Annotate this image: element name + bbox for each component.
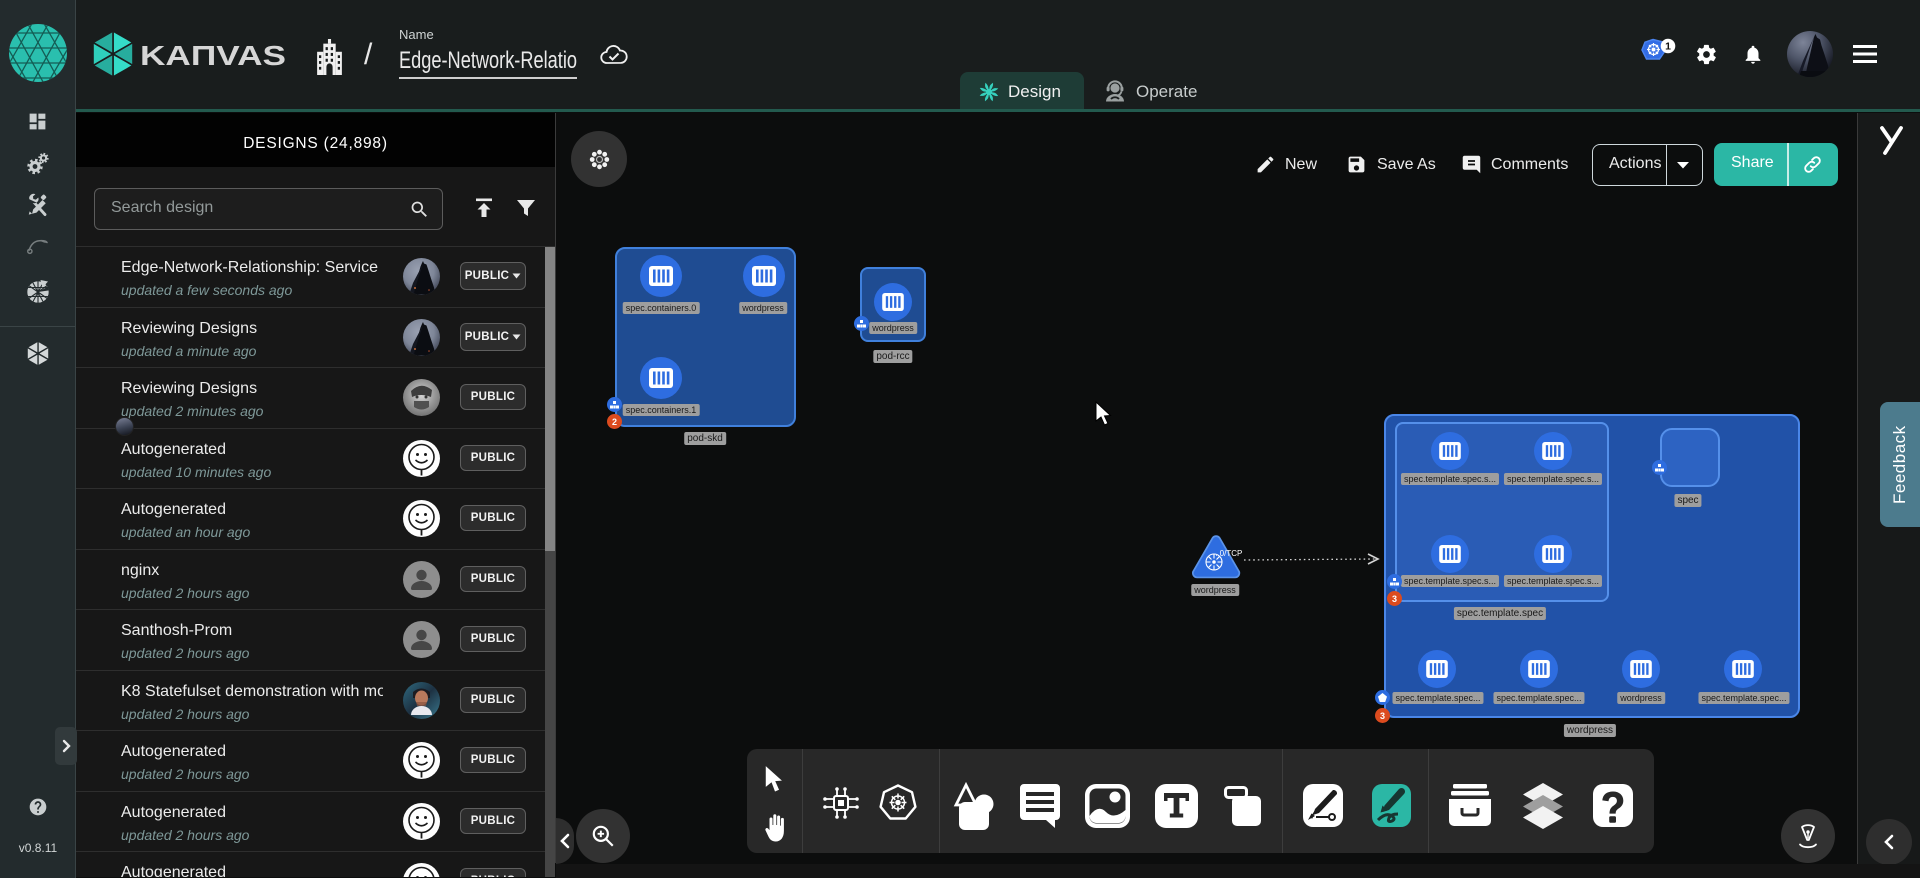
svg-text:1: 1 [1665, 41, 1671, 53]
svg-text:Edge-Network-Relatio: Edge-Network-Relatio [399, 47, 577, 74]
svg-text:KAΠVAS: KAΠVAS [140, 40, 286, 70]
